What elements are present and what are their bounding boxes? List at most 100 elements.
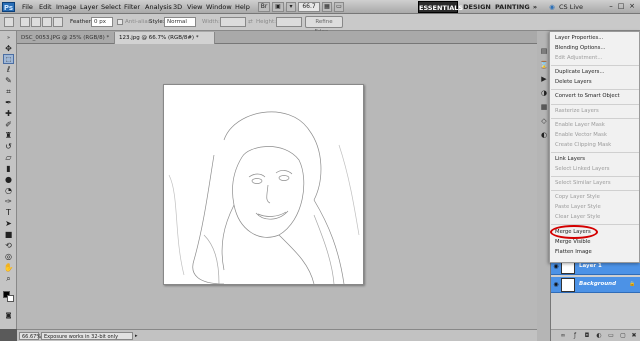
intersect-selection-icon[interactable]	[53, 17, 63, 27]
close-icon[interactable]: ×	[628, 2, 636, 11]
marquee-tool-preset-icon[interactable]	[4, 17, 14, 27]
minibridge-icon[interactable]: ▣	[272, 2, 284, 12]
menu-item-blending-options[interactable]: Blending Options...	[555, 44, 605, 53]
menu-window[interactable]: Window	[206, 3, 232, 11]
crop-tool-icon[interactable]: ⌗	[3, 87, 14, 97]
menu-item-layer-properties[interactable]: Layer Properties...	[555, 34, 603, 43]
new-selection-icon[interactable]	[20, 17, 30, 27]
cslive-icon[interactable]: ◉	[547, 1, 557, 13]
healing-brush-tool-icon[interactable]: ✚	[3, 109, 14, 119]
antialias-checkbox[interactable]	[117, 19, 123, 25]
eyedropper-tool-icon[interactable]: ✒	[3, 98, 14, 108]
layers-panel-footer: ∞ ƒ ◘ ◐ ▭ ▢ ✖	[551, 329, 640, 341]
blur-tool-icon[interactable]: ●	[3, 175, 14, 185]
lasso-tool-icon[interactable]: ℓ	[3, 65, 14, 75]
layer-mask-icon[interactable]: ◘	[583, 332, 591, 340]
actions-panel-icon[interactable]: ▶	[539, 75, 549, 84]
bridge-icon[interactable]: Br	[258, 2, 270, 12]
screen-mode-icon[interactable]: ▭	[334, 2, 344, 12]
quick-selection-tool-icon[interactable]: ✎	[3, 76, 14, 86]
height-input[interactable]	[276, 17, 302, 27]
visibility-eye-icon[interactable]: ◉	[552, 263, 560, 271]
mini-bridge-panel-icon[interactable]: ▤	[539, 47, 549, 56]
link-layers-icon[interactable]: ∞	[559, 332, 567, 340]
rectangle-tool-icon[interactable]: ■	[3, 230, 14, 240]
history-panel-icon[interactable]: ⌛	[539, 61, 549, 70]
tab-123-jpg[interactable]: 123.jpg @ 66.7% (RGB/8#) *	[115, 32, 215, 44]
visibility-eye-icon[interactable]: ◉	[552, 281, 560, 289]
menu-filter[interactable]: Filter	[124, 3, 140, 11]
zoom-level-field[interactable]: 66.7	[298, 2, 320, 12]
menu-layer[interactable]: Layer	[80, 3, 98, 11]
workspace-painting[interactable]: PAINTING	[495, 1, 530, 13]
cs-live-menu[interactable]: CS Live	[557, 1, 585, 13]
menu-item-duplicate-layers[interactable]: Duplicate Layers...	[555, 68, 605, 77]
menu-item-clear-layer-style: Clear Layer Style	[555, 214, 601, 220]
tab-dsc-0053[interactable]: DSC_0053.JPG @ 25% (RGB/8) *	[17, 32, 115, 44]
refine-edge-button[interactable]: Refine Edge...	[305, 16, 343, 35]
feather-input[interactable]: 0 px	[91, 17, 113, 27]
new-layer-icon[interactable]: ▢	[619, 332, 627, 340]
maximize-icon[interactable]: □	[617, 2, 625, 11]
gradient-tool-icon[interactable]: ▮	[3, 164, 14, 174]
width-input[interactable]	[220, 17, 246, 27]
zoom-dropdown-icon[interactable]: ▾	[286, 2, 296, 12]
eraser-tool-icon[interactable]: ▱	[3, 153, 14, 163]
menu-item-link-layers[interactable]: Link Layers	[555, 155, 585, 164]
menu-select[interactable]: Select	[101, 3, 121, 11]
workspace-more-button[interactable]: »	[531, 1, 539, 13]
menu-file[interactable]: File	[22, 3, 33, 11]
hand-tool-icon[interactable]: ✋	[3, 263, 14, 273]
move-tool-icon[interactable]: ✥	[3, 44, 14, 54]
menu-separator	[551, 190, 639, 191]
trash-icon[interactable]: ✖	[630, 332, 638, 340]
workspace-design[interactable]: DESIGN	[462, 1, 492, 13]
layer-style-icon[interactable]: ƒ	[571, 332, 579, 340]
canvas-area[interactable]	[17, 44, 537, 329]
styles-panel-icon[interactable]: ◇	[539, 117, 549, 126]
menu-analysis[interactable]: Analysis	[145, 3, 172, 11]
menu-view[interactable]: View	[187, 3, 202, 11]
document-canvas[interactable]	[163, 84, 364, 285]
brush-tool-icon[interactable]: ✐	[3, 120, 14, 130]
adjustment-layer-icon[interactable]: ◐	[595, 332, 603, 340]
new-group-icon[interactable]: ▭	[607, 332, 615, 340]
menu-edit[interactable]: Edit	[39, 3, 52, 11]
history-brush-tool-icon[interactable]: ↺	[3, 142, 14, 152]
3d-orbit-tool-icon[interactable]: ◎	[3, 252, 14, 262]
subtract-selection-icon[interactable]	[42, 17, 52, 27]
menu-item-flatten-image[interactable]: Flatten Image	[555, 248, 592, 257]
layer-name: Background	[579, 281, 617, 287]
zoom-tool-icon[interactable]: ⌕	[3, 274, 14, 284]
menu-item-delete-layers[interactable]: Delete Layers	[555, 78, 592, 87]
status-menu-arrow-icon[interactable]: ▸	[135, 332, 141, 340]
pen-tool-icon[interactable]: ✑	[3, 197, 14, 207]
menu-item-enable-layer-mask: Enable Layer Mask	[555, 122, 605, 128]
collapse-toolbox-icon[interactable]: »	[3, 33, 14, 43]
minimize-icon[interactable]: –	[607, 2, 615, 11]
menu-item-convert-smart-object[interactable]: Convert to Smart Object	[555, 92, 620, 101]
dodge-tool-icon[interactable]: ◔	[3, 186, 14, 196]
quick-mask-icon[interactable]: ◙	[3, 311, 14, 321]
color-panel-icon[interactable]: ◑	[539, 89, 549, 98]
menu-3d[interactable]: 3D	[173, 3, 182, 11]
photoshop-logo: Ps	[2, 2, 15, 12]
swatches-panel-icon[interactable]: ▦	[539, 103, 549, 112]
layer-row-background[interactable]: ◉ Background 🔒	[551, 277, 640, 293]
style-select[interactable]: Normal	[164, 17, 196, 27]
menu-item-merge-visible[interactable]: Merge Visible	[555, 238, 591, 247]
path-selection-tool-icon[interactable]: ➤	[3, 219, 14, 229]
background-color-swatch[interactable]	[7, 295, 14, 302]
add-to-selection-icon[interactable]	[31, 17, 41, 27]
adjustments-panel-icon[interactable]: ◐	[539, 131, 549, 140]
swap-icon[interactable]: ⇄	[248, 19, 253, 25]
menu-help[interactable]: Help	[235, 3, 250, 11]
zoom-percentage-field[interactable]: 66.67%	[19, 332, 41, 340]
arrange-icon[interactable]: ▦	[322, 2, 332, 12]
menu-image[interactable]: Image	[56, 3, 76, 11]
3d-rotate-tool-icon[interactable]: ⟲	[3, 241, 14, 251]
rectangular-marquee-tool-icon[interactable]: ⬚	[3, 54, 14, 64]
clone-stamp-tool-icon[interactable]: ♜	[3, 131, 14, 141]
workspace-essentials[interactable]: ESSENTIALS	[418, 1, 463, 13]
type-tool-icon[interactable]: T	[3, 208, 14, 218]
